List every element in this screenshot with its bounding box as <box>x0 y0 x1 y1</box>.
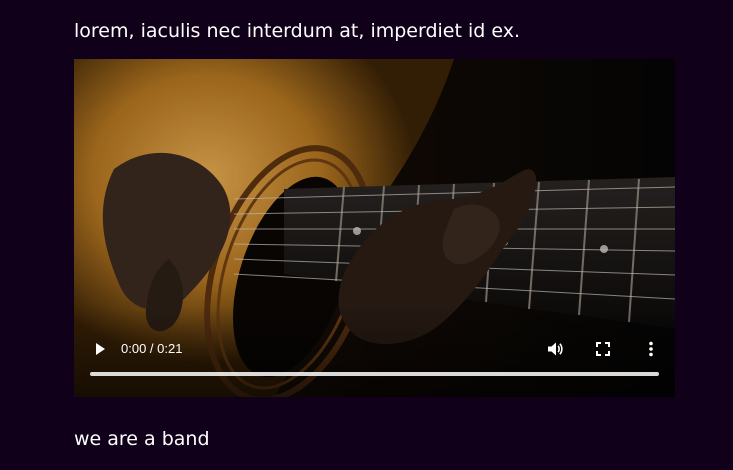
play-icon <box>96 343 105 355</box>
band-text: we are a band <box>74 428 210 450</box>
play-button[interactable] <box>90 339 110 359</box>
time-display: 0:00 / 0:21 <box>121 341 183 356</box>
fullscreen-button[interactable] <box>593 339 613 359</box>
volume-icon <box>548 342 563 356</box>
fullscreen-icon <box>596 342 610 356</box>
video-player[interactable]: 0:00 / 0:21 <box>74 59 675 397</box>
intro-paragraph-text: lorem, iaculis nec interdum at, imperdie… <box>74 20 521 42</box>
page: lorem, iaculis nec interdum at, imperdie… <box>0 0 733 470</box>
progress-bar[interactable] <box>90 372 659 376</box>
volume-button[interactable] <box>545 339 565 359</box>
more-vertical-icon <box>649 341 653 357</box>
more-options-button[interactable] <box>641 339 661 359</box>
